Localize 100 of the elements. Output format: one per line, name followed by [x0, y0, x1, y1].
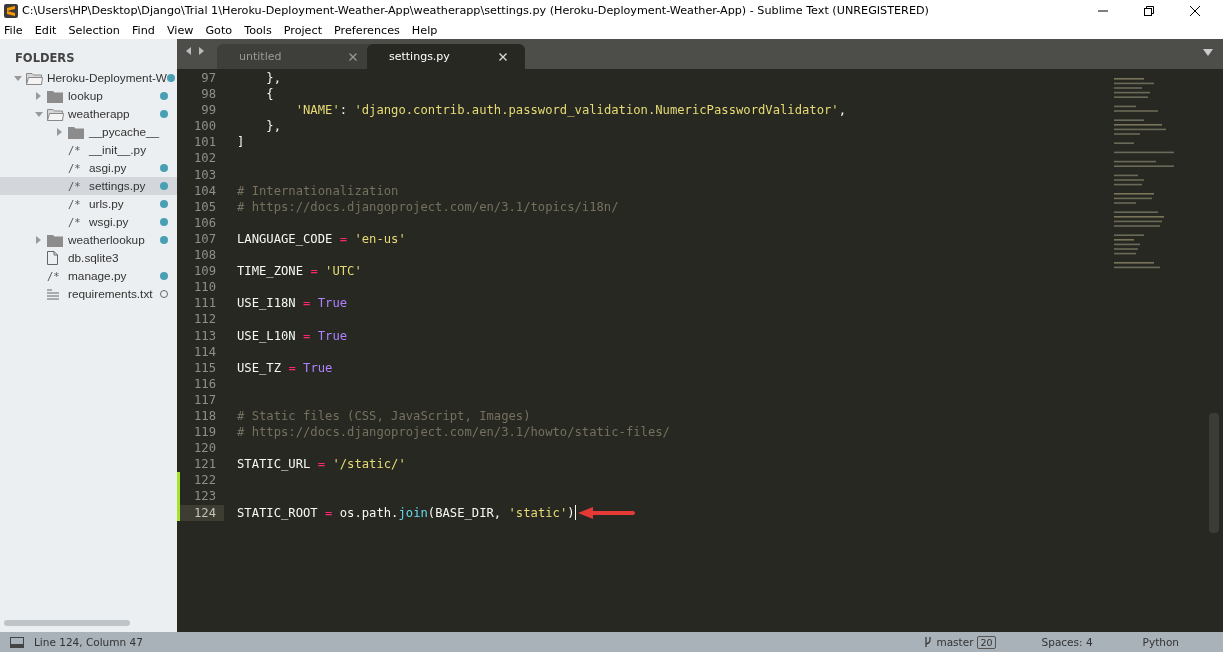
code-line: # Static files (CSS, JavaScript, Images) — [237, 409, 531, 423]
code-file-icon: /* — [68, 198, 81, 210]
code-file-icon: /* — [47, 270, 60, 282]
code-line: STATIC_ROOT = os.path.join(BASE_DIR, 'static') — [237, 505, 575, 520]
line-number: 102 — [193, 150, 217, 167]
line-number: 117 — [193, 391, 217, 408]
open-folder-icon — [26, 71, 43, 85]
file-icon — [47, 251, 58, 265]
code-file-icon: /* — [68, 180, 81, 192]
line-number: 120 — [193, 440, 217, 457]
restore-icon[interactable] — [1143, 4, 1155, 17]
code-line: ] — [237, 135, 245, 150]
panel-toggle-icon — [10, 636, 24, 648]
line-number: 99 — [200, 102, 217, 119]
close-icon[interactable] — [1189, 4, 1201, 17]
file-name: __init__.py — [89, 143, 148, 157]
cursor-position: Line 124, Column 47 — [34, 636, 143, 648]
sidebar-item[interactable]: /* __init__.py — [0, 141, 177, 159]
file-name: weatherlookup — [68, 233, 146, 247]
sidebar-item[interactable]: /* asgi.py — [0, 159, 177, 177]
line-number: 122 — [177, 472, 224, 489]
sidebar-item[interactable]: weatherapp — [0, 105, 177, 123]
file-name: requirements.txt — [68, 287, 154, 301]
sidebar-item[interactable]: lookup — [0, 87, 177, 105]
sidebar-item[interactable]: weatherlookup — [0, 231, 177, 249]
line-number: 106 — [193, 214, 217, 231]
dropdown-icon[interactable] — [1203, 49, 1213, 56]
window-title: C:\Users\HP\Desktop\Django\Trial 1\Heroku-Deployment-Weather-App\weatherapp\settings.py (Heroku-Deployment-Weather-App) - Sublime Text (UNREGISTERED) — [22, 4, 930, 17]
menu-item[interactable]: Tools — [243, 23, 273, 37]
sidebar-item[interactable]: db.sqlite3 — [0, 249, 177, 267]
code-line: LANGUAGE_CODE = 'en-us' — [237, 232, 406, 246]
code-line: STATIC_URL = '/static/' — [237, 457, 406, 472]
close-icon — [349, 52, 357, 61]
line-number: 97 — [200, 70, 217, 87]
tab-label: untitled — [239, 50, 282, 63]
sidebar-item[interactable]: /* urls.py — [0, 195, 177, 213]
menu-item[interactable]: Find — [130, 23, 156, 37]
code-line: USE_I18N = True — [237, 296, 348, 311]
code-line: # https://docs.djangoproject.com/en/3.1/howto/static-files/ — [237, 425, 670, 440]
line-number: 107 — [193, 230, 217, 248]
folder-icon — [68, 125, 85, 139]
open-folder-icon — [47, 107, 64, 121]
code-line: USE_TZ = True — [237, 360, 333, 375]
code-file-icon: /* — [68, 216, 81, 228]
branch-icon — [924, 636, 933, 648]
file-name: asgi.py — [89, 161, 128, 175]
line-number: 108 — [193, 247, 217, 264]
line-number: 115 — [193, 359, 217, 376]
line-number: 101 — [193, 134, 217, 151]
file-name: manage.py — [68, 269, 128, 283]
sidebar-item[interactable]: /* settings.py — [0, 177, 177, 195]
file-name: __pycache__ — [89, 125, 160, 139]
menu-item[interactable]: Edit — [33, 23, 58, 37]
branch-name[interactable]: master — [936, 636, 974, 648]
tab-navigation-icon[interactable] — [185, 46, 205, 56]
indentation-setting[interactable]: Spaces: 4 — [1041, 636, 1093, 648]
line-number: 98 — [200, 86, 217, 103]
app-logo-icon — [4, 3, 18, 18]
menu-item[interactable]: Selection — [67, 23, 121, 37]
sidebar-item[interactable]: requirements.txt — [0, 285, 177, 303]
sidebar-item[interactable]: /* manage.py — [0, 267, 177, 285]
tab[interactable]: settings.py — [367, 44, 525, 69]
line-number: 105 — [193, 198, 217, 215]
line-number: 100 — [193, 118, 217, 135]
code-line: }, — [265, 119, 282, 134]
code-line: # Internationalization — [237, 183, 399, 198]
line-number: 110 — [193, 279, 217, 296]
code-line: # https://docs.djangoproject.com/en/3.1/topics/i18n/ — [237, 199, 619, 214]
menu-item[interactable]: File — [3, 23, 24, 37]
file-name: urls.py — [89, 197, 125, 211]
sidebar-heading: FOLDERS — [14, 50, 76, 67]
file-name: settings.py — [89, 179, 147, 193]
code-line: }, — [265, 71, 282, 86]
line-number: 112 — [193, 311, 217, 328]
code-line: 'NAME': 'django.contrib.auth.password_validation.NumericPasswordValidator', — [294, 103, 847, 118]
line-number: 116 — [193, 375, 217, 392]
line-number: 113 — [193, 327, 217, 344]
menu-item[interactable]: Preferences — [333, 23, 401, 37]
file-name: lookup — [68, 89, 104, 103]
code-line: TIME_ZONE = 'UTC' — [237, 264, 362, 279]
tab-label: settings.py — [389, 50, 450, 63]
syntax-setting[interactable]: Python — [1142, 636, 1179, 648]
line-number: 114 — [193, 343, 217, 360]
menu-item[interactable]: Project — [282, 23, 324, 37]
code-file-icon: /* — [68, 144, 81, 156]
menu-item[interactable]: Help — [410, 23, 439, 37]
change-count: 20 — [977, 635, 996, 649]
menu-item[interactable]: View — [165, 23, 195, 37]
close-icon — [499, 52, 507, 61]
menu-item[interactable]: Goto — [204, 23, 234, 37]
arrow-annotation-icon — [577, 506, 635, 520]
line-number: 119 — [193, 424, 217, 441]
sidebar-item[interactable]: Heroku-Deployment-W — [0, 69, 177, 87]
folder-icon — [47, 89, 64, 103]
sidebar-item[interactable]: __pycache__ — [0, 123, 177, 141]
line-number: 111 — [193, 295, 217, 312]
line-number: 104 — [193, 182, 217, 199]
file-name: Heroku-Deployment-W — [47, 71, 167, 85]
sidebar-item[interactable]: /* wsgi.py — [0, 213, 177, 231]
line-number: 103 — [193, 166, 217, 183]
